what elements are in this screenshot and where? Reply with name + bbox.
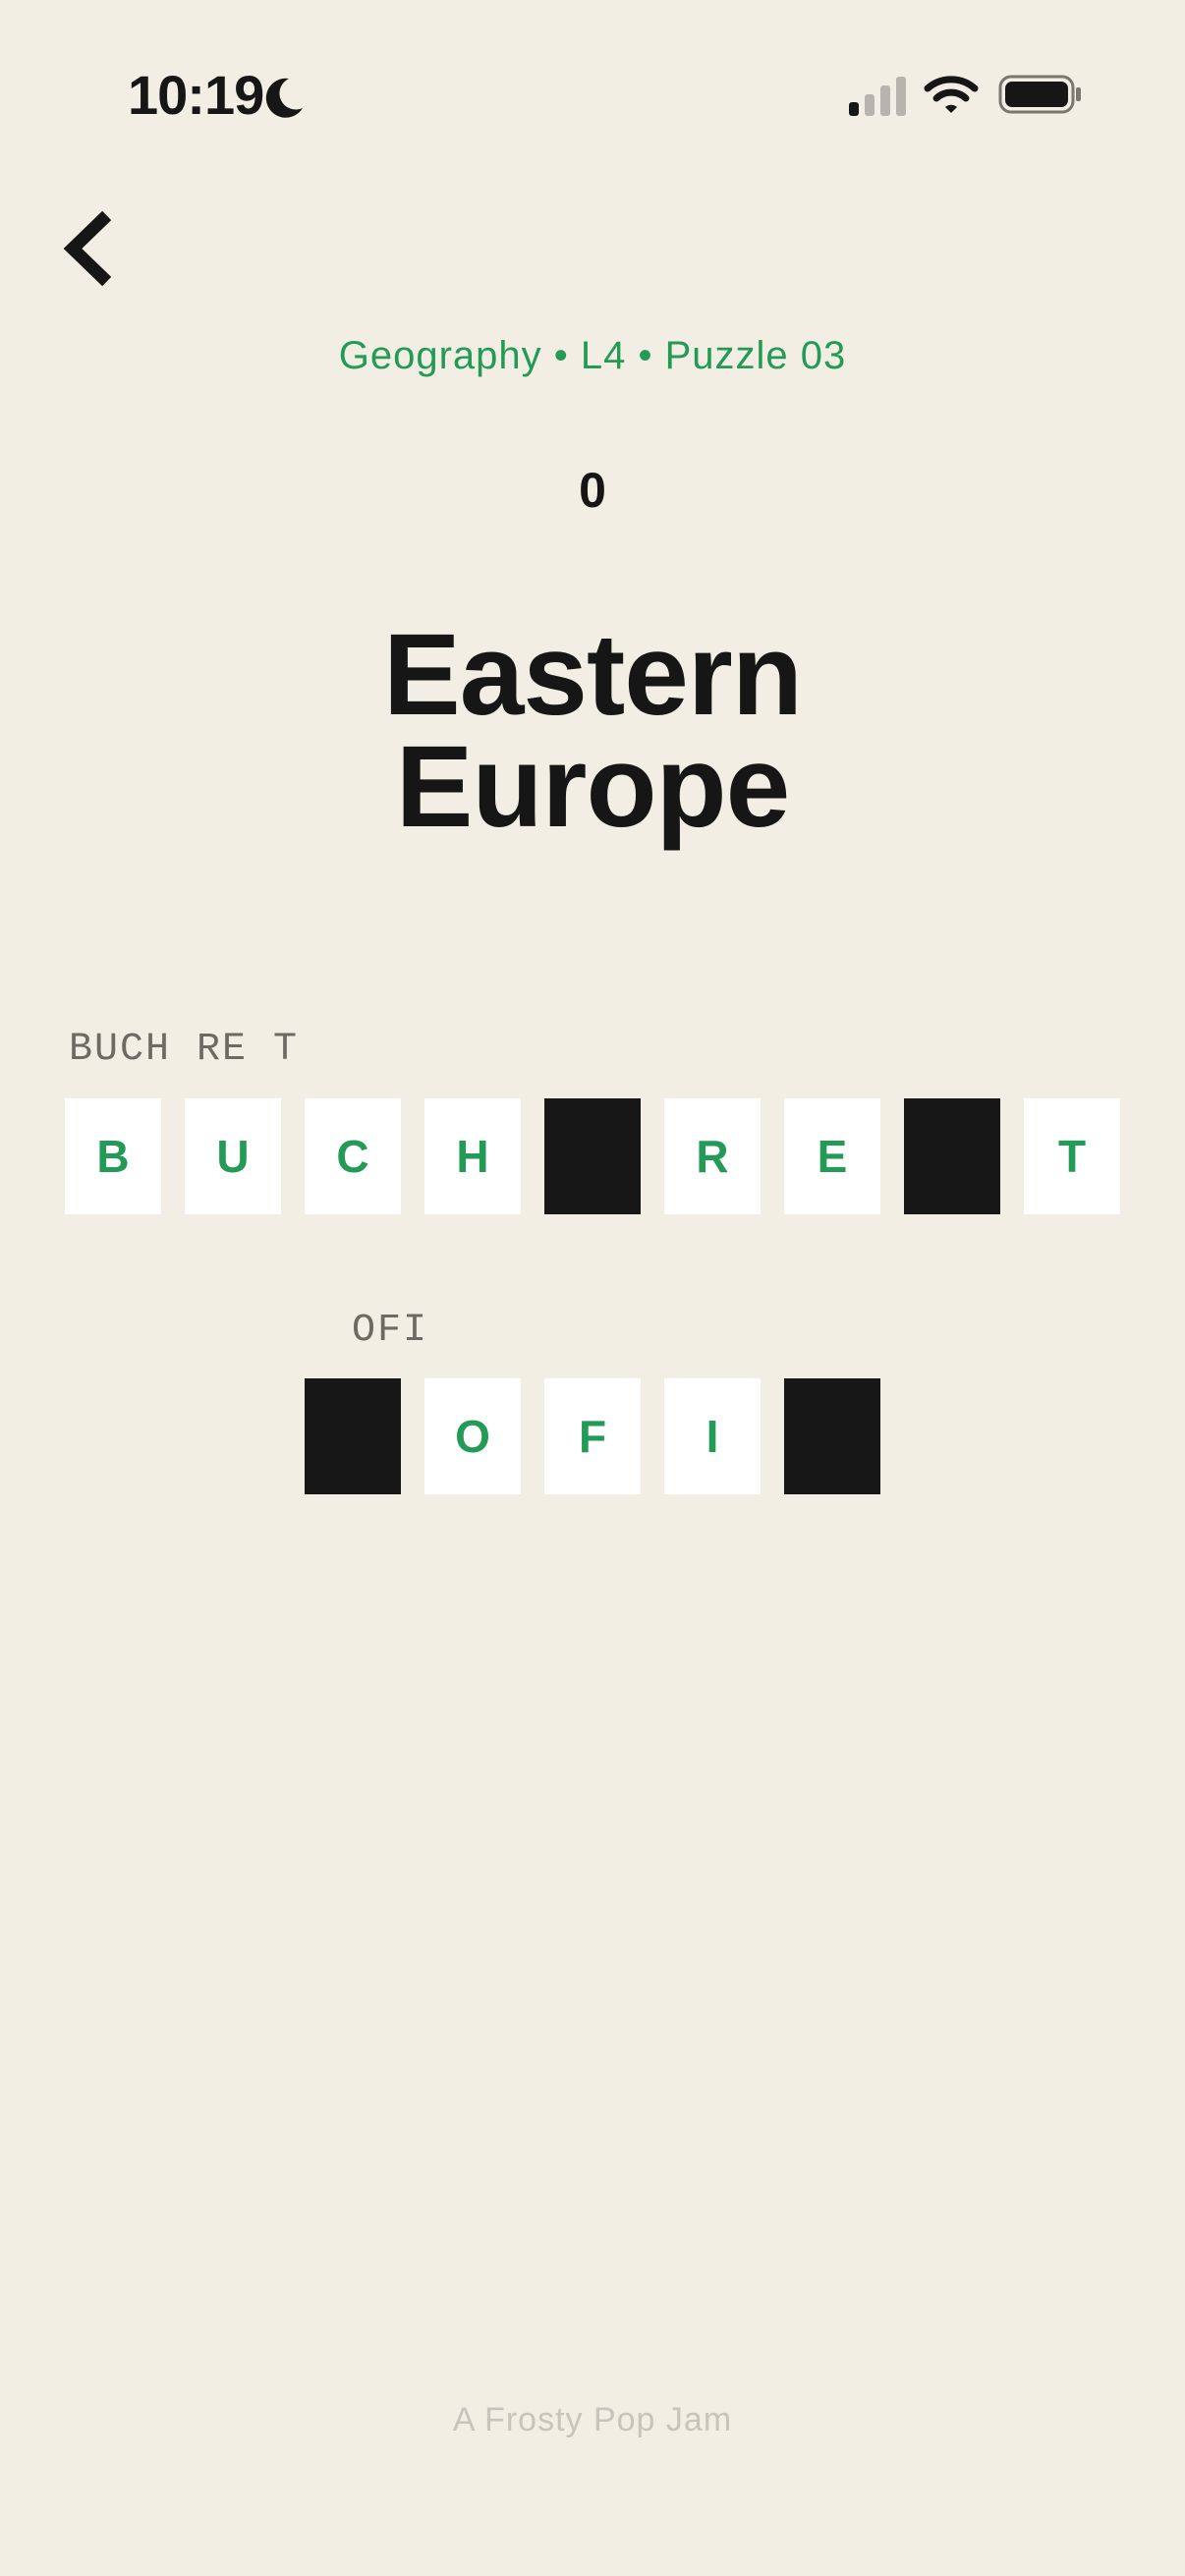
status-time: 10:19 — [128, 64, 264, 126]
blank-tile[interactable] — [784, 1378, 880, 1494]
title-line-2: Europe — [395, 722, 791, 852]
footer-credit: A Frosty Pop Jam — [452, 2401, 733, 2438]
wifi-icon — [924, 76, 979, 113]
cellular-signal-icon — [849, 77, 906, 116]
letter-tile[interactable]: O — [424, 1378, 521, 1494]
chevron-left-icon — [63, 210, 112, 287]
blank-tile[interactable] — [305, 1378, 401, 1494]
blank-tile[interactable] — [904, 1098, 1000, 1214]
word-2-hint: OFI — [326, 1309, 455, 1353]
page-title: Eastern Europe — [0, 610, 1185, 852]
letter-tile[interactable]: H — [424, 1098, 521, 1214]
letter-tile[interactable]: U — [185, 1098, 281, 1214]
breadcrumb: Geography • L4 • Puzzle 03 — [338, 334, 847, 377]
moon-icon — [265, 78, 303, 118]
title-line-1: Eastern — [383, 610, 803, 740]
letter-tile[interactable]: I — [664, 1378, 761, 1494]
letter-tile[interactable]: B — [65, 1098, 161, 1214]
word-2-tiles: O F I — [305, 1378, 880, 1494]
battery-icon — [998, 75, 1081, 114]
letter-tile[interactable]: E — [784, 1098, 880, 1214]
blank-tile[interactable] — [544, 1098, 641, 1214]
word-1-tiles: B U C H R E T — [65, 1098, 1120, 1214]
letter-tile[interactable]: F — [544, 1378, 641, 1494]
letter-tile[interactable]: R — [664, 1098, 761, 1214]
back-button[interactable] — [55, 206, 130, 291]
letter-tile[interactable]: C — [305, 1098, 401, 1214]
score-counter: 0 — [579, 463, 606, 518]
word-1-hint: BUCH RE T — [69, 1028, 300, 1072]
letter-tile[interactable]: T — [1024, 1098, 1120, 1214]
